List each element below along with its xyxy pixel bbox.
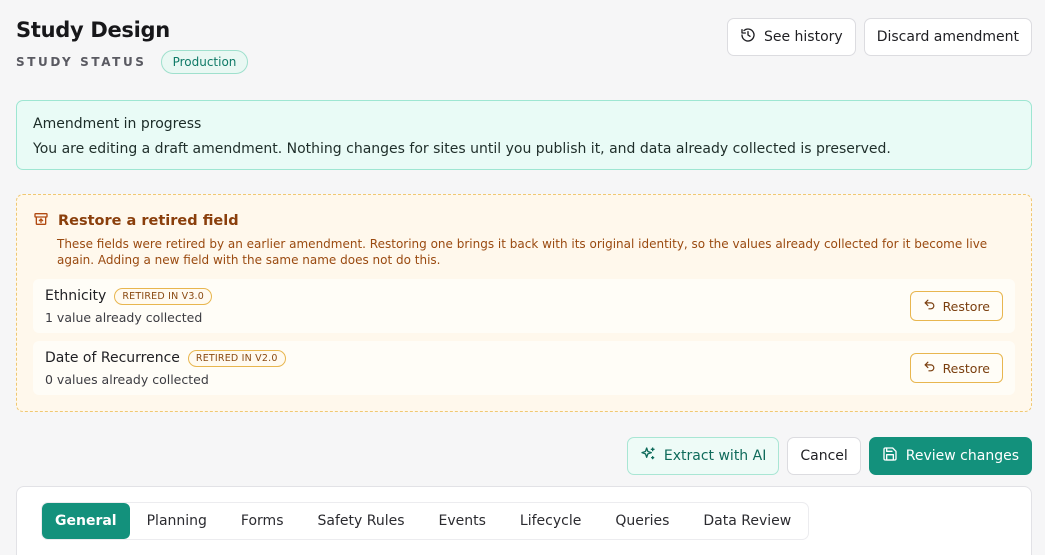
tab-data-review[interactable]: Data Review bbox=[686, 503, 808, 539]
discard-amendment-label: Discard amendment bbox=[876, 29, 1019, 45]
field-collected-count: 0 values already collected bbox=[45, 371, 209, 387]
tab-planning[interactable]: Planning bbox=[130, 503, 224, 539]
page-header: Study Design STUDY STATUS Production bbox=[16, 18, 249, 74]
review-changes-button[interactable]: Review changes bbox=[868, 437, 1032, 475]
study-status-label: STUDY STATUS bbox=[16, 55, 147, 69]
undo-icon bbox=[923, 360, 936, 376]
tab-safety-rules[interactable]: Safety Rules bbox=[300, 503, 421, 539]
design-actions: Extract with AI Cancel Review changes bbox=[626, 437, 1032, 475]
amendment-notice: Amendment in progress You are editing a … bbox=[16, 100, 1032, 170]
retired-fields-header: Restore a retired field bbox=[33, 211, 1015, 231]
sparkles-icon bbox=[640, 446, 656, 466]
see-history-button[interactable]: See history bbox=[726, 18, 856, 56]
retired-badge: RETIRED IN V3.0 bbox=[114, 287, 213, 305]
restore-label: Restore bbox=[942, 298, 990, 314]
retired-field-row: Ethnicity RETIRED IN V3.0 1 value alread… bbox=[33, 279, 1015, 333]
review-changes-label: Review changes bbox=[905, 448, 1019, 464]
cancel-button[interactable]: Cancel bbox=[787, 437, 861, 475]
tab-events[interactable]: Events bbox=[422, 503, 503, 539]
discard-amendment-button[interactable]: Discard amendment bbox=[863, 18, 1032, 56]
retired-fields-panel: Restore a retired field These fields wer… bbox=[16, 194, 1032, 412]
tab-general[interactable]: General bbox=[42, 503, 130, 539]
tab-queries[interactable]: Queries bbox=[598, 503, 686, 539]
save-icon bbox=[882, 446, 898, 466]
header-actions: See history Discard amendment bbox=[726, 18, 1032, 56]
notice-title: Amendment in progress bbox=[33, 116, 202, 132]
study-status: STUDY STATUS Production bbox=[16, 50, 249, 74]
page-title: Study Design bbox=[16, 18, 170, 42]
retired-field-row: Date of Recurrence RETIRED IN V2.0 0 val… bbox=[33, 341, 1015, 395]
field-name: Ethnicity bbox=[45, 288, 107, 304]
tab-forms[interactable]: Forms bbox=[224, 503, 301, 539]
status-badge: Production bbox=[160, 50, 249, 74]
retired-fields-description: These fields were retired by an earlier … bbox=[57, 237, 988, 267]
design-tabs-card: General Planning Forms Safety Rules Even… bbox=[16, 486, 1032, 555]
retired-fields-title: Restore a retired field bbox=[58, 213, 239, 229]
see-history-label: See history bbox=[763, 29, 843, 45]
restore-ethnicity-button[interactable]: Restore bbox=[909, 291, 1003, 321]
restore-label: Restore bbox=[942, 360, 990, 376]
retired-badge: RETIRED IN V2.0 bbox=[187, 349, 286, 367]
undo-icon bbox=[923, 298, 936, 314]
archive-icon bbox=[33, 211, 49, 231]
cancel-label: Cancel bbox=[800, 448, 848, 464]
field-collected-count: 1 value already collected bbox=[45, 309, 203, 325]
field-name: Date of Recurrence bbox=[45, 350, 180, 366]
notice-body: You are editing a draft amendment. Nothi… bbox=[33, 141, 891, 157]
restore-date-of-recurrence-button[interactable]: Restore bbox=[909, 353, 1003, 383]
tab-lifecycle[interactable]: Lifecycle bbox=[503, 503, 598, 539]
extract-with-ai-label: Extract with AI bbox=[663, 448, 767, 464]
extract-with-ai-button[interactable]: Extract with AI bbox=[626, 437, 780, 475]
history-icon bbox=[740, 27, 756, 47]
design-tabs: General Planning Forms Safety Rules Even… bbox=[41, 502, 810, 540]
